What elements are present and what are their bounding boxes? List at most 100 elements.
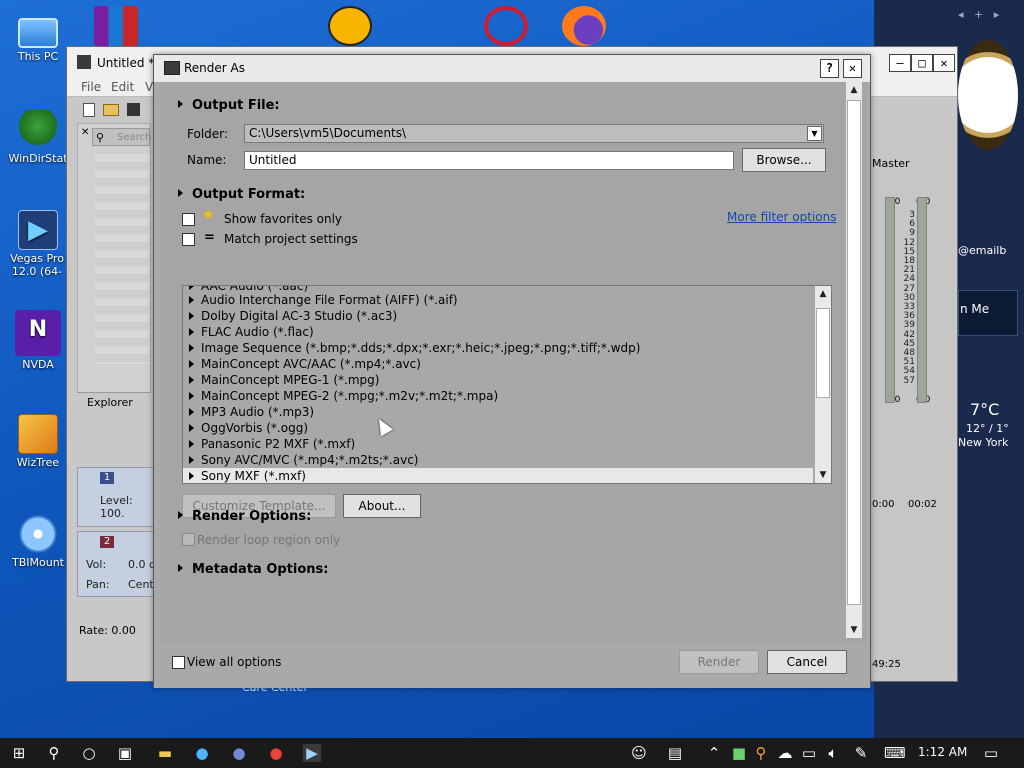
volume-muted-icon[interactable]: 🔈︎ <box>824 744 842 762</box>
metadata-options-label: Metadata Options: <box>192 562 329 577</box>
output-format-heading[interactable]: Output Format: <box>178 187 305 202</box>
format-row[interactable]: FLAC Audio (*.flac) <box>183 324 813 340</box>
search-icon: ⚲ <box>96 131 105 144</box>
dialog-scrollbar[interactable]: ▲ ▼ <box>846 82 862 638</box>
metadata-options-heading[interactable]: Metadata Options: <box>178 562 328 577</box>
menu-file[interactable]: File <box>81 80 101 94</box>
timecode-b: 00:02 <box>908 499 937 510</box>
format-row[interactable]: Dolby Digital AC-3 Studio (*.ac3) <box>183 308 813 324</box>
track-2-header[interactable]: 2 Vol: 0.0 d Pan: Cente <box>77 531 161 597</box>
keyboard-icon[interactable]: ⌨ <box>884 744 906 762</box>
explorer-tree[interactable] <box>94 154 150 364</box>
loop-region-checkbox[interactable] <box>182 533 195 546</box>
save-icon[interactable] <box>127 103 140 116</box>
taskbar-clock[interactable]: 1:12 AM <box>918 745 967 759</box>
desktop-icon-wiztree[interactable]: WizTree <box>6 414 70 469</box>
edge-icon[interactable]: ● <box>193 744 211 762</box>
opera-icon[interactable] <box>484 6 528 46</box>
show-favorites-label: Show favorites only <box>224 212 343 226</box>
scroll-up-icon[interactable]: ▲ <box>815 286 831 302</box>
render-button[interactable]: Render <box>679 650 759 674</box>
track-1-header[interactable]: 1 Level: 100. <box>77 467 157 527</box>
view-all-options-checkbox[interactable] <box>172 656 185 669</box>
dialog-scroll-thumb[interactable] <box>847 100 861 605</box>
notification-icon[interactable]: ▭ <box>982 744 1000 762</box>
widget-email[interactable]: @emailb <box>958 244 1006 257</box>
master-label: Master <box>872 157 910 170</box>
search-box[interactable]: ⚲ Search <box>92 128 151 146</box>
format-row[interactable]: Image Sequence (*.bmp;*.dds;*.dpx;*.exr;… <box>183 340 813 356</box>
browse-button[interactable]: Browse... <box>742 148 826 172</box>
menu-edit[interactable]: Edit <box>111 80 134 94</box>
discord-icon[interactable]: ● <box>230 744 248 762</box>
dialog-titlebar[interactable]: Render As ? ✕ <box>154 55 870 82</box>
desktop-icon-label: WizTree <box>16 456 60 469</box>
tray-app-icon[interactable]: ■ <box>730 744 748 762</box>
dialog-close-button[interactable]: ✕ <box>843 59 862 78</box>
pane-close-icon[interactable]: ✕ <box>81 127 89 138</box>
chrome-icon[interactable]: ● <box>267 744 285 762</box>
open-folder-icon[interactable] <box>103 104 119 116</box>
format-row[interactable]: MP3 Audio (*.mp3) <box>183 404 813 420</box>
format-row[interactable]: MainConcept MPEG-2 (*.mpg;*.m2v;*.m2t;*.… <box>183 388 813 404</box>
help-button[interactable]: ? <box>820 59 839 78</box>
search-icon[interactable]: ⚲ <box>45 744 63 762</box>
minimize-button[interactable]: — <box>889 54 911 72</box>
more-filter-options-link[interactable]: More filter options <box>727 210 837 224</box>
desktop-icon-nvda[interactable]: N NVDA <box>6 310 70 371</box>
format-row[interactable]: Sony MXF (*.mxf) <box>183 468 813 483</box>
track-1-level: Level: 100. <box>100 494 133 520</box>
news-icon[interactable]: ▤ <box>666 744 684 762</box>
format-row[interactable]: Audio Interchange File Format (AIFF) (*.… <box>183 292 813 308</box>
about-button[interactable]: About... <box>343 494 421 518</box>
close-button[interactable]: ✕ <box>933 54 955 72</box>
chevron-down-icon: ▼ <box>807 126 822 141</box>
widget-nav: ◂ + ▸ <box>958 8 1000 21</box>
clock-widget-icon <box>958 40 1018 150</box>
task-view-icon[interactable]: ▣ <box>116 744 134 762</box>
folder-dropdown[interactable]: C:\Users\vm5\Documents\ ▼ <box>244 124 824 143</box>
new-icon[interactable] <box>83 103 95 117</box>
aimp-icon[interactable] <box>328 6 372 46</box>
tab-explorer[interactable]: Explorer <box>77 392 151 412</box>
render-options-heading[interactable]: Render Options: <box>178 509 311 524</box>
star-icon: ★ <box>202 207 215 223</box>
menu-view[interactable]: V <box>145 80 153 94</box>
chevron-up-icon[interactable]: ⌃ <box>705 744 723 762</box>
network-icon[interactable]: ▭ <box>800 744 818 762</box>
weather-range: 12° / 1° <box>966 422 1009 435</box>
maximize-button[interactable]: □ <box>911 54 933 72</box>
vegas-taskbar-icon[interactable]: ▶ <box>303 744 321 762</box>
onedrive-icon[interactable]: ☁ <box>776 744 794 762</box>
scroll-down-icon[interactable]: ▼ <box>846 622 862 638</box>
output-file-heading[interactable]: Output File: <box>178 98 280 113</box>
format-list[interactable]: AAC Audio (*.aac) Audio Interchange File… <box>182 285 832 484</box>
track-2-pan-label: Pan: <box>86 578 110 591</box>
format-row[interactable]: Sony AVC/MVC (*.mp4;*.m2ts;*.avc) <box>183 452 813 468</box>
desktop-icon-this-pc[interactable]: This PC <box>6 12 70 63</box>
format-row[interactable]: Panasonic P2 MXF (*.mxf) <box>183 436 813 452</box>
scroll-thumb[interactable] <box>816 308 830 398</box>
people-icon[interactable]: ☺ <box>630 744 648 762</box>
pen-icon[interactable]: ✎ <box>852 744 870 762</box>
format-row[interactable]: MainConcept MPEG-1 (*.mpg) <box>183 372 813 388</box>
winrar-icon[interactable] <box>94 6 138 46</box>
windows-start-icon[interactable]: ⊞ <box>10 744 28 762</box>
format-row[interactable]: MainConcept AVC/AAC (*.mp4;*.avc) <box>183 356 813 372</box>
scroll-down-icon[interactable]: ▼ <box>815 467 831 483</box>
tray-search-icon[interactable]: ⚲ <box>752 744 770 762</box>
scroll-up-icon[interactable]: ▲ <box>846 82 862 98</box>
desktop-icon-windirstat[interactable]: WinDirStat <box>6 110 70 165</box>
format-row[interactable]: OggVorbis (*.ogg) <box>183 420 813 436</box>
cortana-icon[interactable]: ○ <box>80 744 98 762</box>
cancel-button[interactable]: Cancel <box>767 650 847 674</box>
show-favorites-checkbox[interactable] <box>182 213 195 226</box>
name-input[interactable]: Untitled <box>244 151 734 170</box>
desktop-icon-tbimount[interactable]: TBIMount <box>6 514 70 569</box>
desktop-icon-label: TBIMount <box>12 556 64 569</box>
match-project-checkbox[interactable] <box>182 233 195 246</box>
firefox-icon[interactable] <box>562 6 606 46</box>
file-explorer-icon[interactable]: ▬ <box>156 744 174 762</box>
format-list-scrollbar[interactable]: ▲ ▼ <box>815 286 831 483</box>
desktop-icon-vegas-pro[interactable]: ▶ Vegas Pro 12.0 (64-bit) <box>6 210 70 280</box>
